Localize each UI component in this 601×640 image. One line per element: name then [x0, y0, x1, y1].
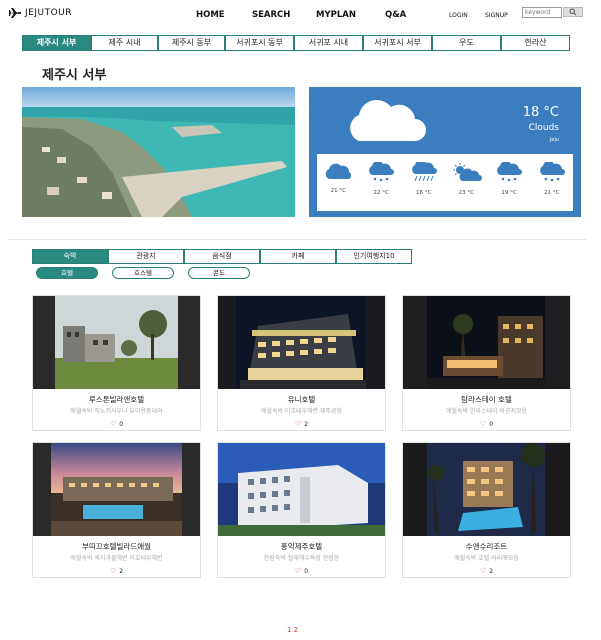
nav-qa[interactable]: Q&A: [385, 10, 406, 20]
search-icon: [569, 8, 577, 16]
category-tabs: 숙박 관광지 음식점 카페 인기여행지10: [32, 249, 412, 264]
like-count[interactable]: ♡ 0: [33, 420, 200, 428]
category-tab[interactable]: 관광지: [108, 249, 184, 264]
region-tab[interactable]: 제주 시내: [91, 35, 158, 51]
region-tab[interactable]: 한라산: [501, 35, 570, 51]
login-link[interactable]: LOGIN: [449, 12, 468, 19]
forecast-day: 23 °C: [445, 154, 488, 211]
subcategory-pills: 호텔 호스텔 콘도: [36, 267, 250, 279]
cloud-icon: [350, 99, 426, 141]
page-title: 제주시 서부: [42, 68, 107, 83]
forecast-day: 16 °C: [402, 154, 445, 211]
region-tab[interactable]: 제주시 서부: [22, 35, 91, 51]
hotel-photo: [33, 296, 200, 389]
snow-cloud-icon: [497, 162, 522, 182]
nav-search[interactable]: SEARCH: [252, 10, 290, 20]
hotel-name: 부띠끄호텔빌라드애월: [82, 542, 151, 551]
search-input[interactable]: [522, 7, 562, 18]
hotel-name: 탐라스테이 호텔: [461, 395, 512, 404]
subcategory-pill[interactable]: 호스텔: [112, 267, 174, 279]
region-tab[interactable]: 서귀포 시내: [294, 35, 363, 51]
category-tab[interactable]: 인기여행지10: [336, 249, 412, 264]
hotel-photo: [403, 443, 570, 536]
heart-icon[interactable]: ♡: [480, 420, 486, 428]
region-photo: [22, 87, 295, 217]
cloud-icon: [326, 163, 352, 179]
hotel-card[interactable]: 홍익제주호텔 한림숙박 협재해수욕장 한림항 ♡ 0: [217, 442, 386, 578]
header: JEJUTOUR HOME SEARCH MYPLAN Q&A LOGIN SI…: [0, 0, 601, 30]
weather-panel: 18 °C Clouds Jeju 21 °C 22 °C 16 °C 23 °…: [309, 87, 581, 217]
forecast-day: 21 °C: [317, 154, 360, 211]
category-tab[interactable]: 카페: [260, 249, 336, 264]
snow-cloud-icon: [539, 162, 565, 182]
region-tab[interactable]: 서귀포시 서부: [363, 35, 432, 51]
signup-link[interactable]: SIGNUP: [485, 12, 508, 19]
search-button[interactable]: [563, 7, 583, 17]
hotel-desc: 애월숙박 이호테우해변 제주공항: [260, 408, 343, 415]
category-tab[interactable]: 음식점: [184, 249, 260, 264]
hotel-desc: 한림숙박 협재해수욕장 한림항: [263, 555, 340, 562]
weather-location: Jeju: [549, 137, 559, 143]
forecast-strip: 21 °C 22 °C 16 °C 23 °C 19 °C 21 °C: [317, 154, 573, 211]
heart-icon[interactable]: ♡: [295, 567, 301, 575]
hotel-desc: 애월숙박 한라스테이 바공지모음: [445, 408, 528, 415]
hotel-photo: [218, 443, 385, 536]
forecast-day: 22 °C: [360, 154, 403, 211]
forecast-day: 21 °C: [530, 154, 573, 211]
logo[interactable]: JEJUTOUR: [8, 8, 72, 18]
region-tab[interactable]: 서귀포시 동부: [225, 35, 294, 51]
hotel-card[interactable]: 유니호텔 애월숙박 이호테우해변 제주공항 ♡ 2: [217, 295, 386, 431]
hotel-photo: [218, 296, 385, 389]
hotel-desc: 애월숙박 호텔 바리애모음: [454, 555, 519, 562]
airplane-icon: [9, 8, 21, 18]
sun-cloud-icon: [453, 163, 483, 181]
nav-home[interactable]: HOME: [196, 10, 225, 20]
subcategory-pill[interactable]: 콘도: [188, 267, 250, 279]
heart-icon[interactable]: ♡: [295, 420, 301, 428]
hotel-name: 수앤수리조트: [465, 542, 508, 551]
hotel-card[interactable]: 부띠끄호텔빌라드애월 애월숙박 곽지과물해변 이호테우해변 ♡ 2: [32, 442, 201, 578]
heart-icon[interactable]: ♡: [110, 567, 116, 575]
hotel-desc: 애월숙박 히노키사우나 유아용품대여: [70, 408, 163, 415]
region-tab[interactable]: 우도: [432, 35, 501, 51]
like-count[interactable]: ♡ 0: [403, 420, 570, 428]
like-count[interactable]: ♡ 2: [403, 567, 570, 575]
like-count[interactable]: ♡ 2: [218, 420, 385, 428]
hotel-card[interactable]: 루스톤빌라앤호텔 애월숙박 히노키사우나 유아용품대여 ♡ 0: [32, 295, 201, 431]
weather-temp: 18 °C: [522, 105, 559, 120]
divider: [8, 239, 586, 240]
heart-icon[interactable]: ♡: [480, 567, 486, 575]
hotel-card[interactable]: 수앤수리조트 애월숙박 호텔 바리애모음 ♡ 2: [402, 442, 571, 578]
hotel-card[interactable]: 탐라스테이 호텔 애월숙박 한라스테이 바공지모음 ♡ 0: [402, 295, 571, 431]
pagination[interactable]: 1 2: [287, 626, 298, 634]
category-tab[interactable]: 숙박: [32, 249, 108, 264]
nav-myplan[interactable]: MYPLAN: [316, 10, 356, 20]
hotel-name: 루스톤빌라앤호텔: [88, 395, 145, 404]
weather-desc: Clouds: [528, 123, 559, 133]
logo-text: JEJUTOUR: [25, 8, 73, 18]
hotel-desc: 애월숙박 곽지과물해변 이호테우해변: [70, 555, 163, 562]
hotel-photo: [403, 296, 570, 389]
region-tab[interactable]: 제주시 동부: [158, 35, 225, 51]
forecast-day: 19 °C: [488, 154, 531, 211]
hotel-photo: [33, 443, 200, 536]
snow-cloud-icon: [369, 162, 394, 182]
subcategory-pill[interactable]: 호텔: [36, 267, 98, 279]
heart-icon[interactable]: ♡: [110, 420, 116, 428]
like-count[interactable]: ♡ 2: [33, 567, 200, 575]
rain-cloud-icon: [411, 162, 437, 182]
hotel-name: 홍익제주호텔: [280, 542, 323, 551]
region-tabs: 제주시 서부 제주 시내 제주시 동부 서귀포시 동부 서귀포 시내 서귀포시 …: [22, 35, 570, 51]
hotel-name: 유니호텔: [287, 395, 316, 404]
like-count[interactable]: ♡ 0: [218, 567, 385, 575]
